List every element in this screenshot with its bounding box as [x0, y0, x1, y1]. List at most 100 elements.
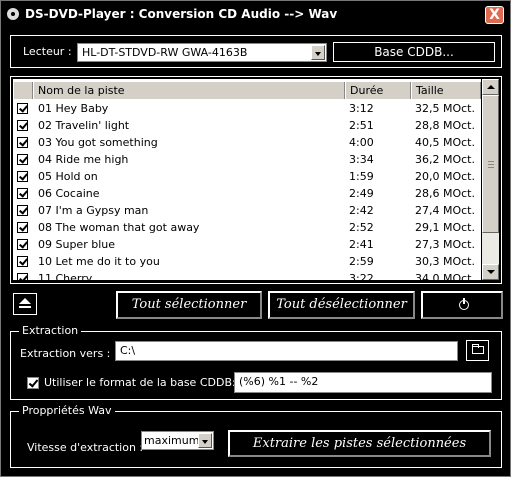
track-checkbox[interactable]: [17, 188, 28, 199]
track-duration: 3:34: [349, 153, 374, 166]
extract-tracks-label: Extraire les pistes sélectionnées: [252, 436, 467, 451]
grip-line: [488, 161, 494, 162]
speed-label: Vitesse d'extraction :: [27, 441, 144, 454]
select-all-button[interactable]: Tout sélectionner: [116, 291, 262, 319]
drive-label: Lecteur :: [23, 45, 72, 58]
track-name: 02 Travelin' light: [38, 119, 130, 132]
track-name: 09 Super blue: [38, 238, 115, 251]
use-cddb-checkbox[interactable]: [27, 377, 39, 389]
header-name[interactable]: Nom de la piste: [33, 82, 345, 99]
track-list[interactable]: Nom de la piste Durée Taille 01 Hey Baby…: [13, 79, 481, 280]
close-button[interactable]: X: [485, 6, 504, 24]
track-size: 28,8 MOct.: [415, 119, 475, 132]
track-duration: 4:00: [349, 136, 374, 149]
track-duration: 2:51: [349, 119, 374, 132]
track-name: 01 Hey Baby: [38, 102, 109, 115]
track-duration: 2:52: [349, 221, 374, 234]
track-size: 29,1 MOct.: [415, 221, 475, 234]
speed-select-value: maximum: [144, 434, 200, 447]
table-row[interactable]: 01 Hey Baby 3:12 32,5 MOct.: [13, 101, 481, 118]
table-row[interactable]: 08 The woman that got away 2:52 29,1 MOct.: [13, 220, 481, 237]
extraction-path-input[interactable]: C:\: [115, 341, 458, 361]
extract-tracks-button[interactable]: Extraire les pistes sélectionnées: [228, 430, 491, 457]
track-checkbox[interactable]: [17, 103, 28, 114]
scroll-up-icon[interactable]: [482, 79, 499, 95]
track-checkbox[interactable]: [17, 256, 28, 267]
chevron-down-icon[interactable]: [198, 433, 212, 448]
track-name: 06 Cocaine: [38, 187, 100, 200]
track-duration: 1:59: [349, 170, 374, 183]
table-row[interactable]: 03 You got something 4:00 40,5 MOct.: [13, 135, 481, 152]
track-size: 27,4 MOct.: [415, 204, 475, 217]
header-size[interactable]: Taille: [411, 82, 481, 99]
cddb-button[interactable]: Base CDDB...: [333, 42, 495, 62]
track-checkbox[interactable]: [17, 273, 28, 280]
window-title: DS-DVD-Player : Conversion CD Audio --> …: [25, 7, 338, 21]
track-duration: 3:12: [349, 102, 374, 115]
table-row[interactable]: 09 Super blue 2:41 27,3 MOct.: [13, 237, 481, 254]
track-duration: 3:22: [349, 272, 374, 280]
track-name: 10 Let me do it to you: [38, 255, 160, 268]
extraction-group: Extraction Extraction vers : C:\ Utilise…: [10, 324, 502, 400]
track-checkbox[interactable]: [17, 154, 28, 165]
table-row[interactable]: 10 Let me do it to you 2:59 30,3 MOct.: [13, 254, 481, 271]
eject-button[interactable]: [13, 293, 37, 315]
extraction-path-value: C:\: [120, 344, 136, 357]
track-checkbox[interactable]: [17, 137, 28, 148]
wav-properties-group: Proppriétés Wav Vitesse d'extraction : m…: [10, 404, 502, 468]
track-name: 08 The woman that got away: [38, 221, 200, 234]
table-row[interactable]: 04 Ride me high 3:34 36,2 MOct.: [13, 152, 481, 169]
disc-icon: [7, 8, 19, 20]
extraction-legend: Extraction: [19, 324, 82, 337]
browse-folder-button[interactable]: [466, 340, 489, 361]
table-row[interactable]: 06 Cocaine 2:49 28,6 MOct.: [13, 186, 481, 203]
track-checkbox[interactable]: [17, 222, 28, 233]
track-name: 05 Hold on: [38, 170, 98, 183]
table-row[interactable]: 02 Travelin' light 2:51 28,8 MOct.: [13, 118, 481, 135]
deselect-all-button[interactable]: Tout désélectionner: [268, 291, 415, 319]
track-checkbox[interactable]: [17, 120, 28, 131]
drive-select-value: HL-DT-STDVD-RW GWA-4163B: [82, 46, 248, 59]
scroll-thumb[interactable]: [482, 95, 499, 233]
track-size: 20,0 MOct.: [415, 170, 475, 183]
track-name: 03 You got something: [38, 136, 158, 149]
track-list-scrollbar[interactable]: [482, 79, 499, 280]
folder-icon: [472, 344, 484, 354]
track-checkbox[interactable]: [17, 239, 28, 250]
eject-icon: [19, 298, 31, 304]
drive-panel: Lecteur : HL-DT-STDVD-RW GWA-4163B Base …: [10, 35, 502, 68]
track-checkbox[interactable]: [17, 205, 28, 216]
speed-select[interactable]: maximum: [141, 431, 214, 450]
track-size: 28,6 MOct.: [415, 187, 475, 200]
select-all-label: Tout sélectionner: [131, 297, 247, 312]
header-check: [13, 82, 33, 99]
title-bar[interactable]: DS-DVD-Player : Conversion CD Audio --> …: [1, 1, 510, 29]
table-row[interactable]: 11 Cherry 3:22 34,0 MOct.: [13, 271, 481, 280]
cddb-button-label: Base CDDB...: [374, 45, 454, 59]
track-duration: 2:59: [349, 255, 374, 268]
track-list-panel: Nom de la piste Durée Taille 01 Hey Baby…: [10, 76, 502, 284]
track-size: 40,5 MOct.: [415, 136, 475, 149]
track-size: 30,3 MOct.: [415, 255, 475, 268]
track-duration: 2:42: [349, 204, 374, 217]
track-name: 04 Ride me high: [38, 153, 129, 166]
track-size: 27,3 MOct.: [415, 238, 475, 251]
scroll-down-icon[interactable]: [482, 264, 499, 280]
track-name: 07 I'm a Gypsy man: [38, 204, 149, 217]
eject-icon-bar: [19, 306, 31, 308]
header-duration[interactable]: Durée: [345, 82, 411, 99]
track-checkbox[interactable]: [17, 171, 28, 182]
track-list-header: Nom de la piste Durée Taille: [13, 82, 481, 99]
filename-format-input[interactable]: (%6) %1 -- %2: [234, 372, 492, 393]
track-name: 11 Cherry: [38, 272, 93, 280]
track-size: 36,2 MOct.: [415, 153, 475, 166]
drive-select[interactable]: HL-DT-STDVD-RW GWA-4163B: [77, 43, 327, 62]
close-icon: X: [489, 7, 500, 23]
table-row[interactable]: 05 Hold on 1:59 20,0 MOct.: [13, 169, 481, 186]
table-row[interactable]: 07 I'm a Gypsy man 2:42 27,4 MOct.: [13, 203, 481, 220]
use-cddb-label: Utiliser le format de la base CDDB:: [44, 376, 236, 389]
power-button[interactable]: [421, 291, 503, 319]
main-window: DS-DVD-Player : Conversion CD Audio --> …: [0, 0, 511, 477]
chevron-down-icon[interactable]: [311, 45, 325, 60]
power-icon: [459, 298, 469, 310]
